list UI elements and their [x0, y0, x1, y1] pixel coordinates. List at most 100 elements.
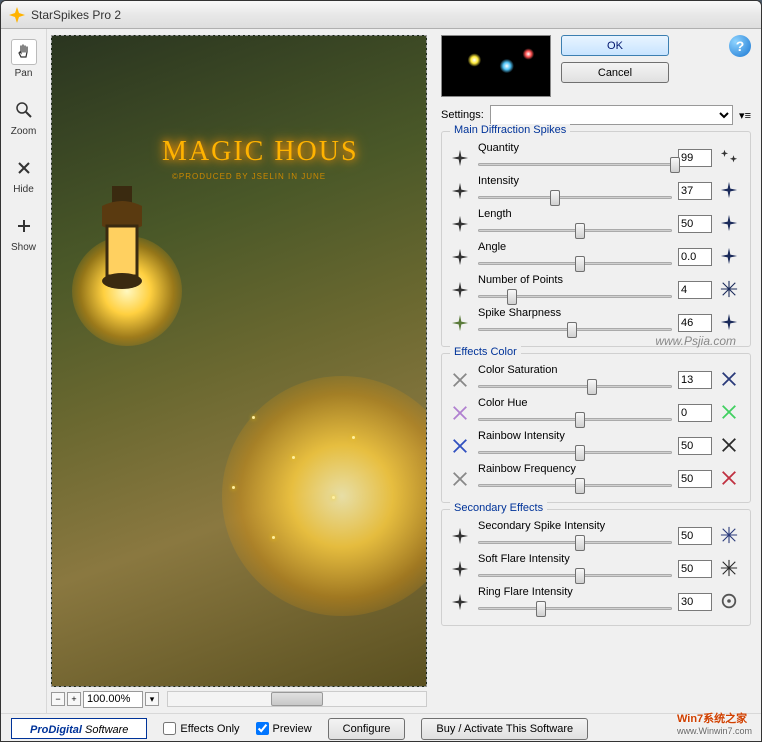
param-slider[interactable] — [478, 377, 672, 395]
lantern — [82, 186, 162, 326]
param-label: Rainbow Frequency — [478, 463, 672, 475]
param-label: Rainbow Intensity — [478, 430, 672, 442]
content-area: Pan Zoom Hide Show — [1, 29, 761, 713]
param-input[interactable] — [678, 248, 712, 266]
param-slider[interactable] — [478, 443, 672, 461]
param-label: Length — [478, 208, 672, 220]
help-button[interactable]: ? — [729, 35, 751, 57]
bottom-bar: ProDigital Software Effects Only Preview… — [1, 713, 761, 742]
settings-panel: OK Cancel ? Settings: ▾≡ Main Diffractio… — [431, 29, 761, 713]
magnifier-icon — [11, 97, 37, 123]
param-input[interactable] — [678, 560, 712, 578]
param-slider[interactable] — [478, 287, 672, 305]
param-left-icon — [450, 280, 470, 300]
settings-menu-icon[interactable]: ▾≡ — [739, 109, 751, 122]
param-slider[interactable] — [478, 599, 672, 617]
param-label: Ring Flare Intensity — [478, 586, 672, 598]
zoom-input[interactable] — [83, 691, 143, 708]
effect-preview-thumbnail[interactable] — [441, 35, 551, 97]
param-input[interactable] — [678, 215, 712, 233]
param-input[interactable] — [678, 371, 712, 389]
settings-dropdown[interactable] — [490, 105, 733, 125]
param-slider[interactable] — [478, 566, 672, 584]
app-icon — [9, 7, 25, 23]
group-title: Effects Color — [450, 346, 521, 358]
group-title: Secondary Effects — [450, 502, 547, 514]
settings-label: Settings: — [441, 109, 484, 121]
param-label: Soft Flare Intensity — [478, 553, 672, 565]
param-input[interactable] — [678, 182, 712, 200]
param-input[interactable] — [678, 437, 712, 455]
param-left-icon — [450, 313, 470, 333]
zoom-dropdown-button[interactable]: ▾ — [145, 692, 159, 706]
param-slider[interactable] — [478, 254, 672, 272]
param-row: Length — [450, 208, 742, 239]
param-label: Color Saturation — [478, 364, 672, 376]
tool-hide[interactable]: Hide — [4, 155, 44, 195]
param-left-icon — [450, 469, 470, 489]
param-left-icon — [450, 592, 470, 612]
param-label: Intensity — [478, 175, 672, 187]
param-input[interactable] — [678, 281, 712, 299]
param-input[interactable] — [678, 470, 712, 488]
param-slider[interactable] — [478, 476, 672, 494]
param-left-icon — [450, 181, 470, 201]
activate-button[interactable]: Buy / Activate This Software — [421, 718, 588, 740]
param-slider[interactable] — [478, 320, 672, 338]
tool-pan[interactable]: Pan — [4, 39, 44, 79]
left-toolbar: Pan Zoom Hide Show — [1, 29, 47, 713]
tool-zoom[interactable]: Zoom — [4, 97, 44, 137]
group-secondary-effects: Secondary Effects Secondary Spike Intens… — [441, 509, 751, 626]
titlebar: StarSpikes Pro 2 — [1, 1, 761, 29]
cancel-button[interactable]: Cancel — [561, 62, 669, 83]
param-row: Soft Flare Intensity — [450, 553, 742, 584]
tool-label: Zoom — [11, 126, 37, 137]
param-slider[interactable] — [478, 410, 672, 428]
param-right-icon — [720, 280, 740, 300]
canvas-area: MAGIC HOUS ©PRODUCED BY JSELIN IN JUNE −… — [47, 29, 431, 713]
param-label: Angle — [478, 241, 672, 253]
param-input[interactable] — [678, 593, 712, 611]
group-main-diffraction: Main Diffraction Spikes QuantityIntensit… — [441, 131, 751, 347]
brand-badge: ProDigital Software — [11, 718, 147, 739]
param-input[interactable] — [678, 314, 712, 332]
param-input[interactable] — [678, 404, 712, 422]
param-row: Ring Flare Intensity — [450, 586, 742, 617]
group-title: Main Diffraction Spikes — [450, 124, 570, 136]
effects-only-checkbox[interactable]: Effects Only — [163, 722, 239, 735]
param-row: Angle — [450, 241, 742, 272]
tool-show[interactable]: Show — [4, 213, 44, 253]
param-slider[interactable] — [478, 533, 672, 551]
param-right-icon — [720, 469, 740, 489]
preview-canvas[interactable]: MAGIC HOUS ©PRODUCED BY JSELIN IN JUNE — [51, 35, 427, 687]
param-row: Quantity — [450, 142, 742, 173]
preview-checkbox[interactable]: Preview — [256, 722, 312, 735]
plus-icon — [11, 213, 37, 239]
param-slider[interactable] — [478, 188, 672, 206]
param-right-icon — [720, 559, 740, 579]
configure-button[interactable]: Configure — [328, 718, 406, 740]
param-label: Quantity — [478, 142, 672, 154]
param-row: Rainbow Frequency — [450, 463, 742, 494]
param-left-icon — [450, 370, 470, 390]
tool-label: Show — [11, 242, 36, 253]
param-slider[interactable] — [478, 221, 672, 239]
param-row: Color Saturation — [450, 364, 742, 395]
zoom-out-button[interactable]: − — [51, 692, 65, 706]
param-right-icon — [720, 526, 740, 546]
zoom-in-button[interactable]: + — [67, 692, 81, 706]
ok-button[interactable]: OK — [561, 35, 669, 56]
param-right-icon — [720, 313, 740, 333]
param-label: Color Hue — [478, 397, 672, 409]
param-input[interactable] — [678, 149, 712, 167]
x-icon — [11, 155, 37, 181]
param-right-icon — [720, 370, 740, 390]
param-right-icon — [720, 592, 740, 612]
param-right-icon — [720, 436, 740, 456]
param-label: Spike Sharpness — [478, 307, 672, 319]
horizontal-scrollbar[interactable] — [167, 691, 427, 707]
canvas-subtitle-text: ©PRODUCED BY JSELIN IN JUNE — [172, 172, 326, 181]
window-title: StarSpikes Pro 2 — [31, 8, 121, 22]
param-slider[interactable] — [478, 155, 672, 173]
param-input[interactable] — [678, 527, 712, 545]
